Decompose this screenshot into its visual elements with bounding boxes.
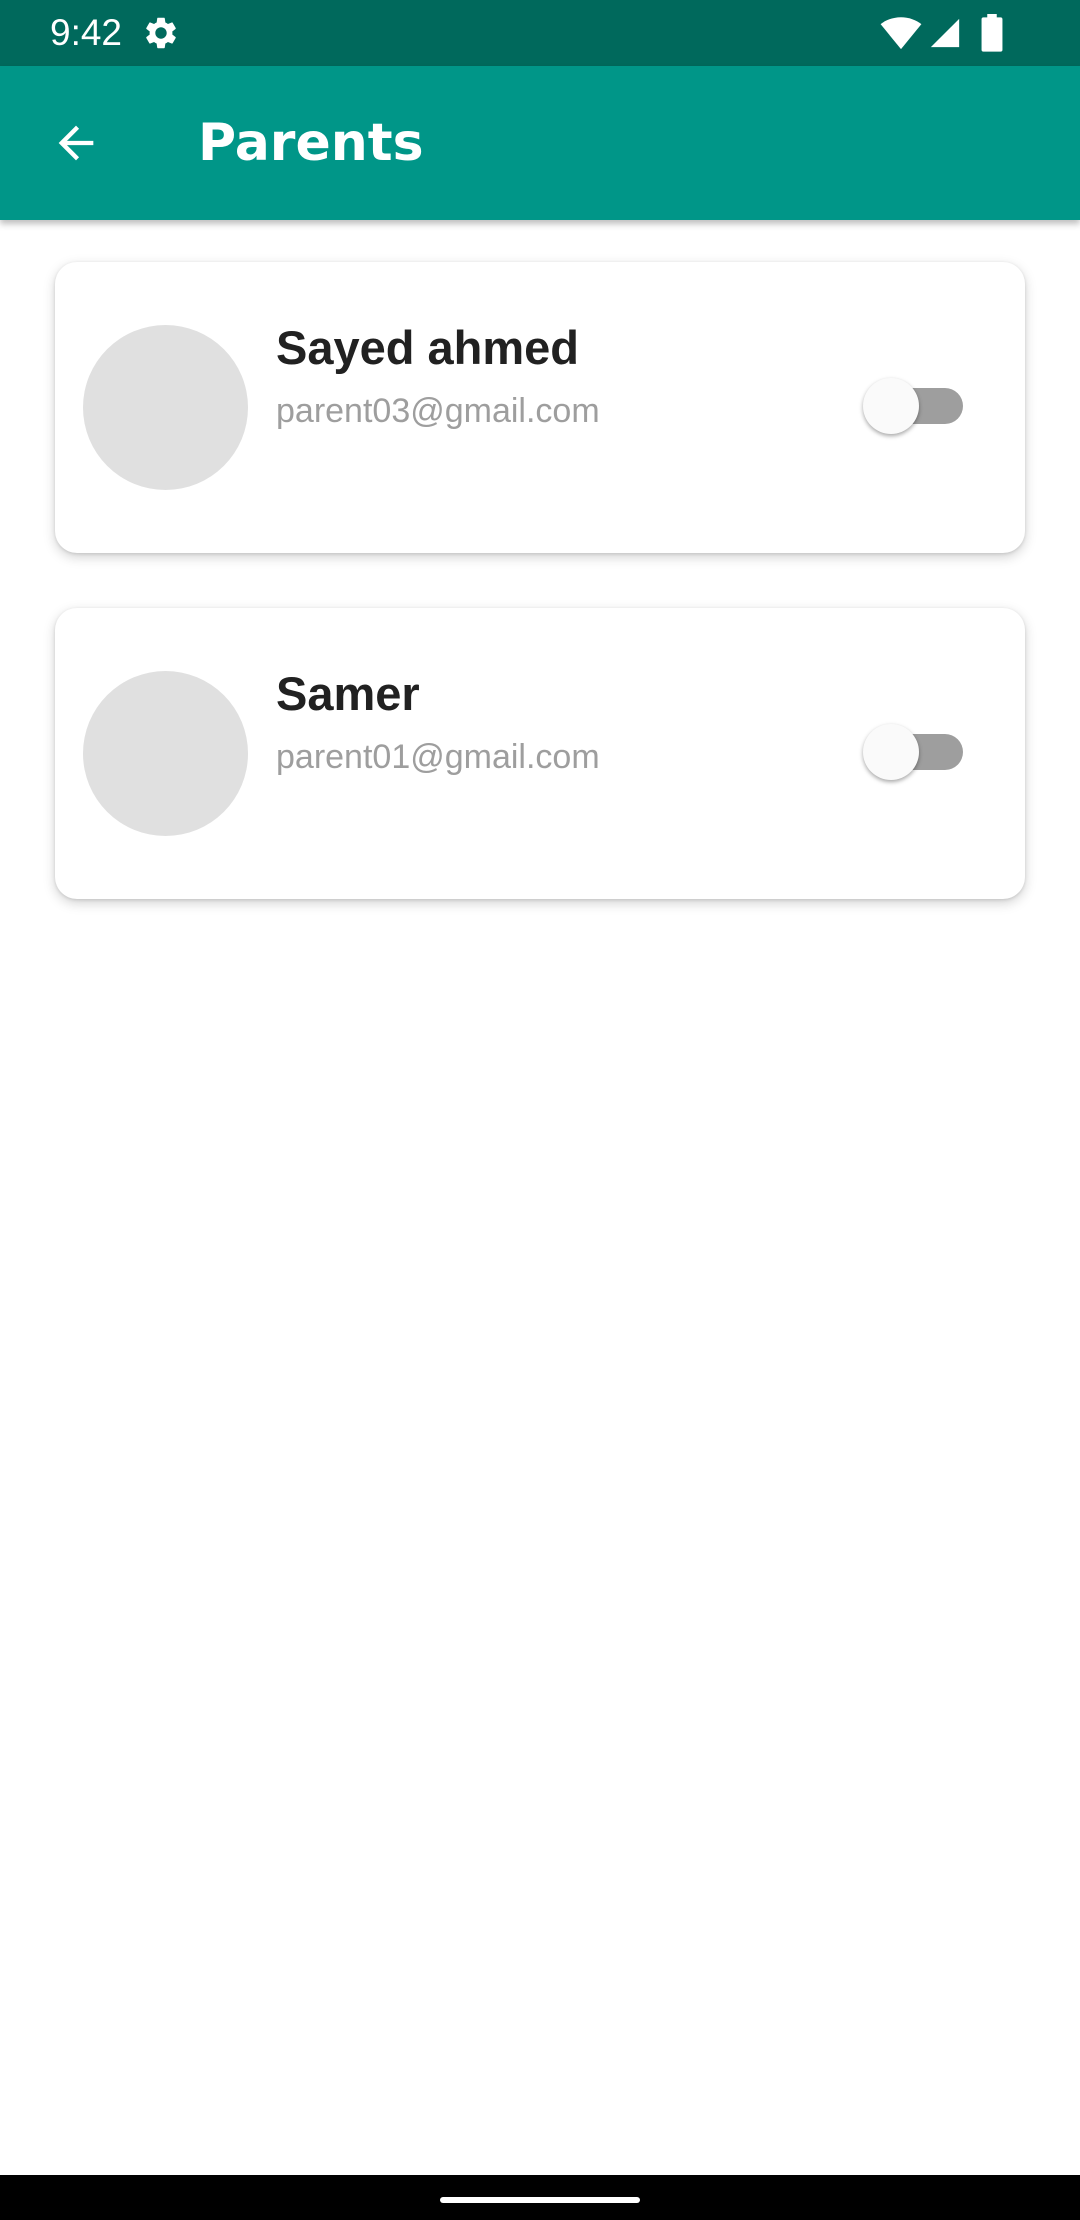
parent-toggle-switch[interactable] <box>863 722 967 784</box>
switch-thumb <box>863 724 919 780</box>
parent-name: Sayed ahmed <box>276 321 580 374</box>
parent-toggle-switch[interactable] <box>863 376 967 438</box>
wifi-icon <box>880 16 922 50</box>
avatar <box>83 671 248 836</box>
parent-email: parent01@gmail.com <box>276 738 600 776</box>
status-time: 9:42 <box>50 12 123 53</box>
parent-name: Samer <box>276 667 420 720</box>
back-button[interactable] <box>36 109 116 177</box>
navigation-bar <box>0 2175 1080 2220</box>
gear-icon <box>142 14 180 52</box>
status-bar: 9:42 <box>0 0 1080 66</box>
battery-icon <box>980 14 1004 52</box>
avatar <box>83 325 248 490</box>
arrow-left-icon <box>58 125 94 161</box>
parent-card[interactable]: Sayed ahmed parent03@gmail.com <box>55 262 1025 553</box>
parent-card[interactable]: Samer parent01@gmail.com <box>55 608 1025 899</box>
parent-email: parent03@gmail.com <box>276 392 600 430</box>
home-gesture-handle[interactable] <box>440 2197 640 2203</box>
signal-icon <box>928 16 962 50</box>
page-title: Parents <box>198 113 424 173</box>
switch-thumb <box>863 378 919 434</box>
app-bar: Parents <box>0 66 1080 220</box>
